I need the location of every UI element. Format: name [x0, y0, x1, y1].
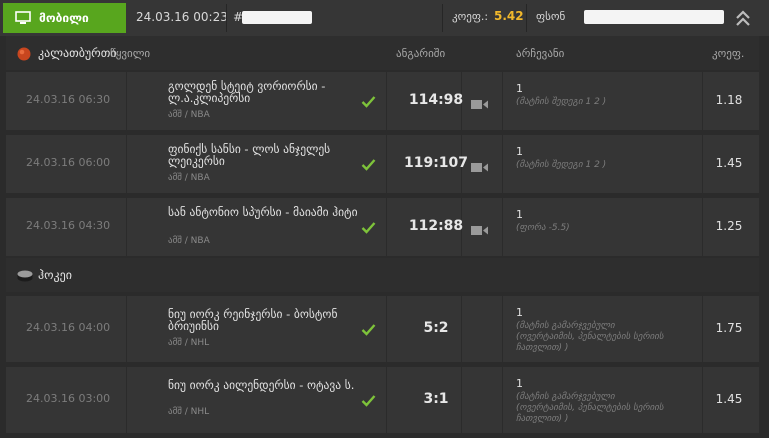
bet-choice: 1 [516, 145, 523, 158]
match-date: 24.03.16 04:30 [26, 219, 111, 232]
check-icon [361, 93, 376, 108]
video-camera-icon[interactable] [471, 158, 489, 172]
bet-row[interactable]: 24.03.16 04:30 სან ანტონიო სპურსი - მაია… [6, 198, 759, 256]
bet-coef: 1.45 [715, 392, 743, 406]
check-icon [361, 156, 376, 171]
video-camera-icon[interactable] [471, 95, 489, 109]
bet-choice: 1 [516, 82, 523, 95]
bet-coef: 1.25 [715, 219, 743, 233]
bet-market: (მატჩის გამარჯვებული (ოვერტაიმის, პენალტ… [516, 392, 664, 424]
divider [386, 367, 387, 433]
divider [502, 72, 503, 130]
match-league: ამშ / NHL [168, 338, 210, 348]
divider [126, 198, 127, 256]
match-date: 24.03.16 06:30 [26, 93, 111, 106]
column-header-score: ანგარიში [396, 47, 446, 60]
bet-market: (მატჩის შედეგი 1 2 ) [516, 160, 607, 170]
divider [702, 135, 703, 193]
bet-header-bar: მობილი 24.03.16 00:23 # კოეფ.: 5.42 ფსონ [0, 0, 769, 36]
monitor-icon [15, 11, 31, 25]
badge-label: მობილი [39, 11, 89, 25]
match-league: ამშ / NBA [168, 173, 210, 183]
match-date: 24.03.16 03:00 [26, 392, 111, 405]
match-score: 3:1 [423, 391, 449, 407]
double-chevron-up-icon[interactable] [733, 8, 753, 28]
total-coef-value: 5.42 [494, 9, 524, 23]
bet-choice: 1 [516, 208, 523, 221]
match-score: 119:107 [403, 155, 469, 171]
check-icon [361, 392, 376, 407]
bet-market: (მატჩის გამარჯვებული (ოვერტაიმის, პენალტ… [516, 321, 664, 353]
section-header-hockey: ჰოკეი [6, 258, 759, 292]
match-date: 24.03.16 06:00 [26, 156, 111, 169]
redacted-bet-id [242, 11, 312, 24]
divider [502, 367, 503, 433]
divider [386, 296, 387, 362]
bet-choice: 1 [516, 306, 523, 319]
divider [126, 135, 127, 193]
divider [386, 135, 387, 193]
video-camera-icon[interactable] [471, 221, 489, 235]
divider [702, 296, 703, 362]
match-score: 114:98 [408, 92, 464, 108]
match-teams: ფინიქს სანსი - ლოს ანჯელეს ლეიკერსი [168, 142, 331, 168]
divider [702, 367, 703, 433]
match-score: 112:88 [408, 218, 464, 234]
stake-label: ფსონ [536, 10, 566, 23]
divider [126, 367, 127, 433]
mobile-badge[interactable]: მობილი [3, 3, 126, 33]
column-header-pair: წყვილი [110, 47, 151, 60]
bet-market: (მატჩის შედეგი 1 2 ) [516, 97, 607, 107]
redacted-stake [584, 10, 724, 24]
divider [702, 198, 703, 256]
check-icon [361, 219, 376, 234]
divider [126, 296, 127, 362]
section-header-basketball: კალათბურთი წყვილი ანგარიში არჩევანი კოეფ… [6, 36, 759, 70]
sport-label: ჰოკეი [38, 268, 72, 282]
divider [126, 72, 127, 130]
divider [502, 296, 503, 362]
divider [386, 198, 387, 256]
match-league: ამშ / NBA [168, 110, 210, 120]
match-league: ამშ / NBA [168, 236, 210, 246]
bet-date: 24.03.16 00:23 [136, 10, 228, 24]
divider [226, 4, 227, 32]
divider [702, 72, 703, 130]
match-date: 24.03.16 04:00 [26, 321, 111, 334]
bet-row[interactable]: 24.03.16 04:00 ნიუ იორკ რეინჯერსი - ბოსტ… [6, 296, 759, 362]
match-score: 5:2 [423, 320, 449, 336]
bet-row[interactable]: 24.03.16 06:30 გოლდენ სტეიტ ვორიორსი - ლ… [6, 72, 759, 130]
check-icon [361, 321, 376, 336]
basketball-icon [17, 46, 31, 61]
match-teams: სან ანტონიო სპურსი - მაიამი ჰიტი [168, 205, 358, 219]
bet-coef: 1.45 [715, 156, 743, 170]
divider [502, 198, 503, 256]
bet-row[interactable]: 24.03.16 03:00 ნიუ იორკ აილენდერსი - ოტა… [6, 367, 759, 433]
column-header-choice: არჩევანი [516, 47, 565, 60]
sport-label: კალათბურთი [38, 46, 117, 60]
bet-row[interactable]: 24.03.16 06:00 ფინიქს სანსი - ლოს ანჯელე… [6, 135, 759, 193]
match-league: ამშ / NHL [168, 407, 210, 417]
bet-slip-panel: მობილი 24.03.16 00:23 # კოეფ.: 5.42 ფსონ… [0, 0, 769, 438]
bet-market: (ფორა -5.5) [516, 223, 570, 233]
divider [502, 135, 503, 193]
match-teams: ნიუ იორკ აილენდერსი - ოტავა ს. [168, 378, 355, 392]
total-coef-label: კოეფ.: [452, 10, 489, 23]
bet-coef: 1.18 [715, 93, 743, 107]
match-teams: გოლდენ სტეიტ ვორიორსი - ლ.ა.კლიპერსი [168, 79, 326, 105]
bet-choice: 1 [516, 377, 523, 390]
divider [386, 72, 387, 130]
divider [442, 4, 443, 32]
bet-coef: 1.75 [715, 321, 743, 335]
column-header-coef: კოეფ. [712, 47, 745, 60]
divider [526, 4, 527, 32]
hockey-puck-icon [17, 268, 33, 282]
match-teams: ნიუ იორკ რეინჯერსი - ბოსტონ ბრიუინსი [168, 307, 338, 333]
